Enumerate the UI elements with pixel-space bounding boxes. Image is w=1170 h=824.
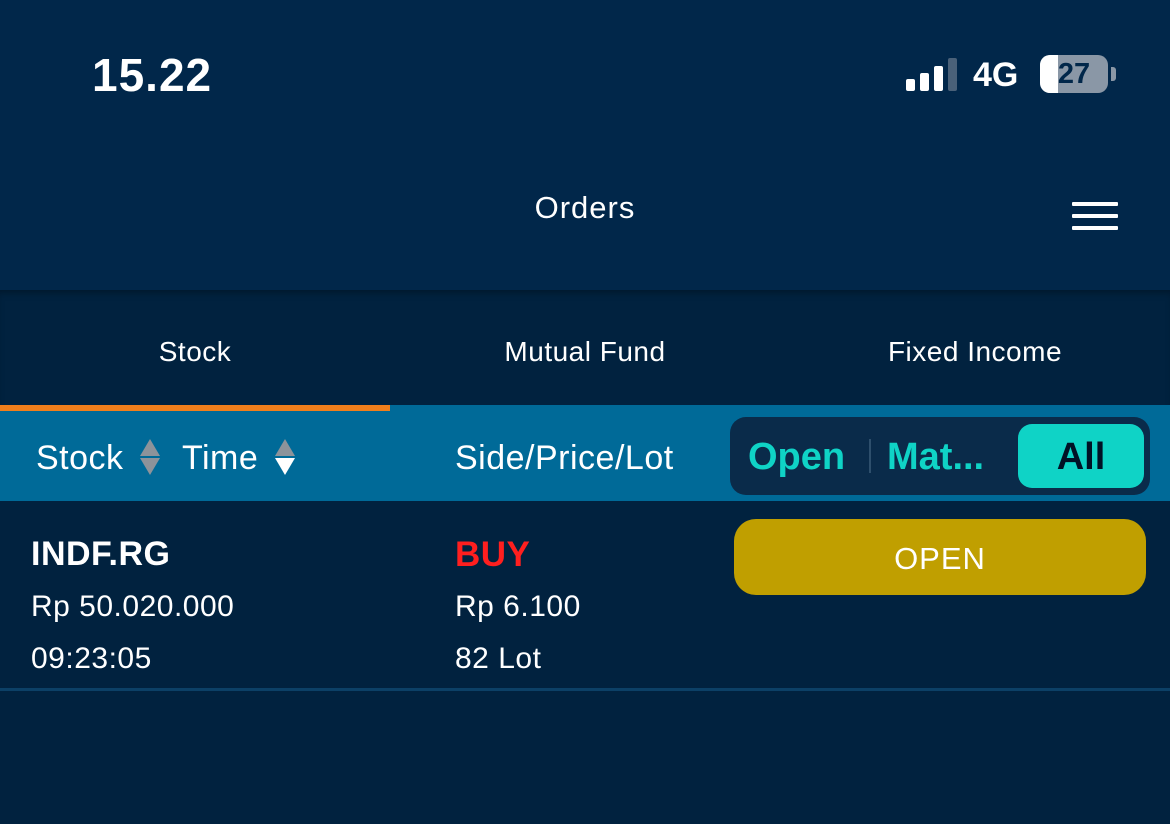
hamburger-menu-icon[interactable]: [1072, 200, 1118, 234]
order-price: Rp 6.100: [455, 590, 581, 623]
order-row[interactable]: INDF.RG Rp 50.020.000 09:23:05 BUY Rp 6.…: [0, 501, 1170, 691]
order-time: 09:23:05: [31, 642, 152, 675]
filter-open[interactable]: Open: [748, 417, 858, 495]
sort-by-time[interactable]: Time: [182, 439, 258, 478]
tab-stock[interactable]: Stock: [0, 290, 390, 406]
battery-tip: [1111, 67, 1116, 81]
filter-all[interactable]: All: [1018, 424, 1144, 488]
order-lot: 82 Lot: [455, 642, 542, 675]
asset-tabs: Stock Mutual Fund Fixed Income: [0, 290, 1170, 406]
status-time: 15.22: [92, 49, 213, 101]
active-tab-indicator: [0, 405, 390, 411]
sort-arrows-icon[interactable]: [140, 437, 162, 477]
filter-matched[interactable]: Mat...: [887, 417, 1007, 495]
tab-mutual-fund[interactable]: Mutual Fund: [390, 290, 780, 406]
signal-bars-icon: [906, 57, 958, 91]
sort-by-stock[interactable]: Stock: [36, 439, 124, 478]
order-symbol: INDF.RG: [31, 535, 171, 573]
side-price-lot-header: Side/Price/Lot: [455, 439, 674, 477]
order-status-badge[interactable]: OPEN: [734, 519, 1146, 595]
network-type: 4G: [973, 56, 1019, 94]
battery-percent: 27: [1057, 58, 1091, 90]
order-status-filter: Open Mat... All: [730, 417, 1150, 495]
order-side: BUY: [455, 535, 531, 574]
order-list: INDF.RG Rp 50.020.000 09:23:05 BUY Rp 6.…: [0, 501, 1170, 824]
filter-divider: [869, 439, 871, 473]
order-amount: Rp 50.020.000: [31, 590, 235, 623]
status-bar: 15.22 4G 27: [0, 0, 1170, 140]
order-column-header: Stock Time Side/Price/Lot Open Mat... Al…: [0, 405, 1170, 501]
sort-arrows-icon[interactable]: [275, 437, 297, 477]
tab-fixed-income[interactable]: Fixed Income: [780, 290, 1170, 406]
battery-icon: 27: [1040, 55, 1108, 93]
nav-header: Orders: [0, 140, 1170, 290]
page-title: Orders: [534, 190, 636, 225]
